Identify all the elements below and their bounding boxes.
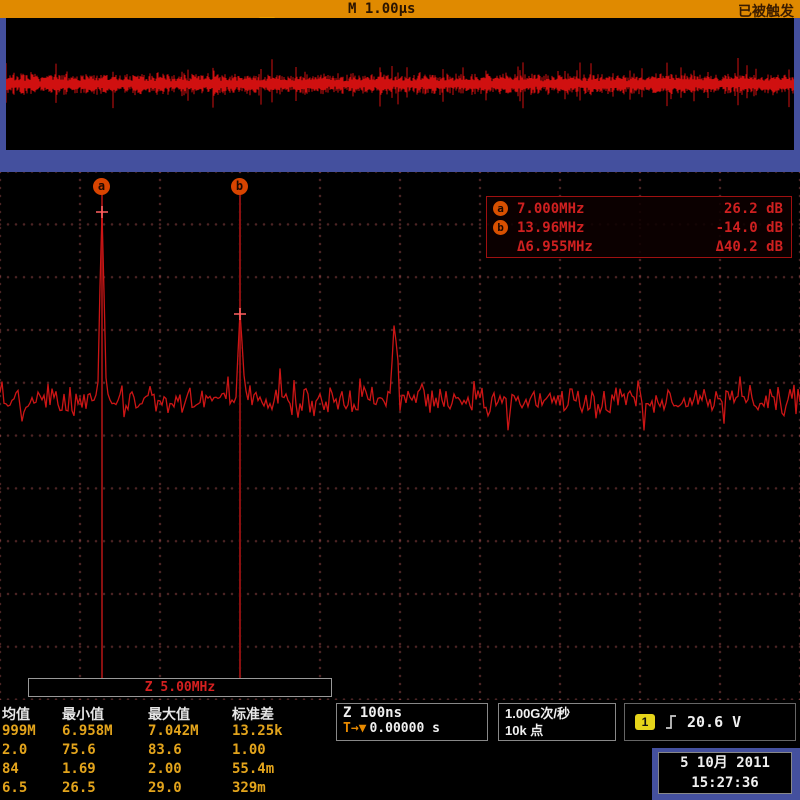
stats-cell: 7.042M — [148, 723, 232, 742]
spectrum-window: a b a 7.000MHz 26.2 dB b 13.96MHz -14.0 … — [0, 172, 800, 700]
time-domain-trace — [6, 18, 794, 150]
record-length-label: 10k 点 — [505, 722, 609, 739]
cursor-b-readout-row: b 13.96MHz -14.0 dB — [493, 218, 785, 237]
cursor-delta-readout-row: Δ6.955MHz Δ40.2 dB — [493, 237, 785, 256]
timebase-label: M 1.00µs — [348, 1, 415, 17]
cursor-a-badge-icon: a — [493, 201, 508, 216]
cursor-a-label: a — [93, 178, 110, 195]
status-bar: 均值 最小值 最大值 标准差 999M 6.958M 7.042M 13.25k… — [0, 700, 800, 800]
stats-cell: 2.00 — [148, 761, 232, 780]
time-label: 15:27:36 — [659, 773, 791, 793]
stats-cell: 26.5 — [62, 780, 148, 799]
trigger-delay-readout: T→▼0.00000 s — [343, 721, 481, 736]
stats-header-min: 最小值 — [62, 704, 148, 723]
trigger-delay-icon: T→▼ — [343, 721, 366, 736]
stats-cell: 6.958M — [62, 723, 148, 742]
stats-cell: 2.0 — [2, 742, 62, 761]
stats-cell: 13.25k — [232, 723, 320, 742]
acquisition-box: 1.00G次/秒 10k 点 — [498, 703, 616, 741]
spectrum-zoom-scale-label: Z 5.00MHz — [145, 680, 215, 695]
oscilloscope-screen: M 1.00µs 已被触发 a b a 7.000MHz 26.2 dB b — [0, 0, 800, 800]
stats-header-max: 最大值 — [148, 704, 232, 723]
horizontal-settings-box: Z 100ns T→▼0.00000 s — [336, 703, 488, 741]
stats-cell: 1.00 — [232, 742, 320, 761]
stats-cell: 55.4m — [232, 761, 320, 780]
stats-header-stddev: 标准差 — [232, 704, 320, 723]
stats-cell: 29.0 — [148, 780, 232, 799]
measurement-stats-table: 均值 最小值 最大值 标准差 999M 6.958M 7.042M 13.25k… — [2, 704, 320, 799]
cursor-readout-box: a 7.000MHz 26.2 dB b 13.96MHz -14.0 dB Δ… — [486, 196, 792, 258]
datetime-box: 5 10月 2011 15:27:36 — [658, 752, 792, 794]
cursor-b-level: -14.0 dB — [647, 220, 785, 236]
cursor-a-cross-icon — [96, 206, 108, 218]
delta-level: Δ40.2 dB — [647, 239, 785, 255]
cursor-a-level: 26.2 dB — [647, 201, 785, 217]
trigger-delay-value: 0.00000 s — [369, 721, 439, 736]
datetime-panel: 5 10月 2011 15:27:36 — [652, 748, 800, 800]
delta-frequency: Δ6.955MHz — [517, 239, 647, 255]
cursor-b-label: b — [231, 178, 248, 195]
stats-cell: 75.6 — [62, 742, 148, 761]
stats-cell: 999M — [2, 723, 62, 742]
channel-1-badge: 1 — [635, 714, 655, 730]
spectrum-zoom-scale-box: Z 5.00MHz — [28, 678, 332, 697]
cursor-a-readout-row: a 7.000MHz 26.2 dB — [493, 199, 785, 218]
trigger-level-value: 20.6 V — [687, 713, 741, 731]
stats-cell: 83.6 — [148, 742, 232, 761]
trigger-settings-box: 1 20.6 V — [624, 703, 796, 741]
cursor-b-frequency: 13.96MHz — [517, 220, 647, 236]
stats-header-mean: 均值 — [2, 704, 62, 723]
cursor-a-frequency: 7.000MHz — [517, 201, 647, 217]
zoom-timebase-label: Z 100ns — [343, 705, 481, 721]
top-bar: M 1.00µs 已被触发 — [0, 0, 800, 18]
stats-cell: 84 — [2, 761, 62, 780]
sample-rate-label: 1.00G次/秒 — [505, 705, 609, 722]
stats-cell: 329m — [232, 780, 320, 799]
stats-cell: 1.69 — [62, 761, 148, 780]
cursor-b-cross-icon — [234, 308, 246, 320]
noise-trace-path — [6, 58, 794, 108]
waveform-window — [0, 18, 800, 172]
cursor-b-badge-icon: b — [493, 220, 508, 235]
rising-edge-icon — [664, 713, 678, 731]
date-label: 5 10月 2011 — [659, 753, 791, 773]
stats-cell: 6.5 — [2, 780, 62, 799]
